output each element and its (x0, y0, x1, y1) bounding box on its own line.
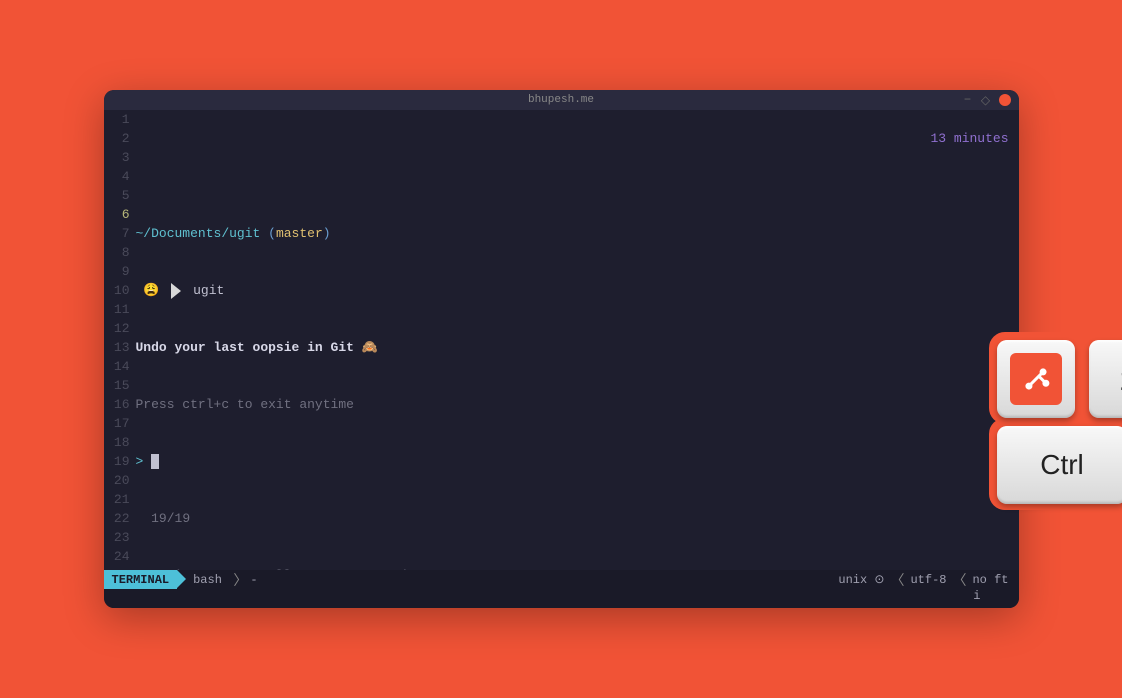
line-number: 6 (104, 205, 130, 224)
line-number: 3 (104, 148, 130, 167)
line-number: 18 (104, 433, 130, 452)
status-right: unix ⊙ 〈 utf-8 〈 no ft i (838, 570, 1008, 603)
line-number: 21 (104, 490, 130, 509)
app-title-line: Undo your last oopsie in Git 🙈 (136, 338, 1019, 357)
z-keycap: z (1089, 340, 1122, 418)
status-left: TERMINAL bash 〉 - (104, 570, 268, 589)
terminal-content: 13 minutes ~/Documents/ugit (master) 😩 u… (136, 110, 1019, 570)
line-number: 4 (104, 167, 130, 186)
angle-icon: 〈 (890, 570, 904, 590)
line-number: 15 (104, 376, 130, 395)
search-line[interactable]: > (136, 452, 1019, 471)
line-number: 24 (104, 547, 130, 566)
line-number: 14 (104, 357, 130, 376)
line-number: 7 (104, 224, 130, 243)
status-encoding: utf-8 (910, 573, 946, 587)
separator-icon: 〉 (225, 570, 247, 590)
status-fileformat: no ft (972, 573, 1008, 587)
prompt-line: ~/Documents/ugit (master) (136, 224, 1019, 243)
window-title: bhupesh.me (528, 94, 594, 106)
line-number: 9 (104, 262, 130, 281)
status-mode: TERMINAL (104, 570, 178, 589)
instruction-line: Press ctrl+c to exit anytime (136, 395, 1019, 414)
angle-icon: 〈 (952, 570, 966, 590)
line-number: 12 (104, 319, 130, 338)
timestamp: 13 minutes (930, 129, 1008, 148)
git-keycap (997, 340, 1075, 418)
line-number: 11 (104, 300, 130, 319)
app-title: Undo your last oopsie in Git 🙈 (136, 338, 378, 357)
line-number: 22 (104, 509, 130, 528)
counter-line: 19/19 (136, 509, 1019, 528)
terminal-window: bhupesh.me − ◇ 1234567891011121314151617… (104, 90, 1019, 608)
line-number: 8 (104, 243, 130, 262)
line-number: 17 (104, 414, 130, 433)
line-number: 10 (104, 281, 130, 300)
line-number: 13 (104, 338, 130, 357)
line-number: 5 (104, 186, 130, 205)
cursor-icon (151, 454, 159, 469)
titlebar: bhupesh.me − ◇ (104, 90, 1019, 110)
command-text: ugit (193, 281, 224, 300)
ctrl-keycap: Ctrl (997, 426, 1122, 504)
line-number: 23 (104, 528, 130, 547)
statusbar: TERMINAL bash 〉 - unix ⊙ 〈 utf-8 〈 no ft… (104, 570, 1019, 608)
prompt-path: ~/Documents/ugit (136, 224, 261, 243)
status-dash: - (250, 573, 257, 587)
line-number: 19 (104, 452, 130, 471)
line-number: 16 (104, 395, 130, 414)
close-icon[interactable] (999, 94, 1011, 106)
line-gutter: 123456789101112131415161718192021222324 (104, 110, 136, 570)
keycap-label: Ctrl (1040, 449, 1084, 481)
command-line: 😩 ugit (136, 281, 1019, 300)
git-branch: master (276, 224, 323, 243)
terminal-body[interactable]: 123456789101112131415161718192021222324 … (104, 110, 1019, 570)
minimize-icon[interactable]: − (963, 95, 973, 105)
window-controls: − ◇ (963, 94, 1011, 106)
search-caret: > (136, 452, 144, 471)
line-number: 2 (104, 129, 130, 148)
status-shell: bash (193, 573, 222, 587)
result-counter: 19/19 (151, 509, 190, 528)
empty-line (136, 167, 1019, 186)
line-number: 1 (104, 110, 130, 129)
maximize-icon[interactable]: ◇ (981, 95, 991, 105)
status-info-char: i (973, 589, 980, 603)
status-line-encoding: unix (838, 573, 867, 587)
git-icon (1010, 353, 1062, 405)
instruction-text: Press ctrl+c to exit anytime (136, 395, 354, 414)
chevron-icon (171, 283, 181, 299)
line-number: 20 (104, 471, 130, 490)
